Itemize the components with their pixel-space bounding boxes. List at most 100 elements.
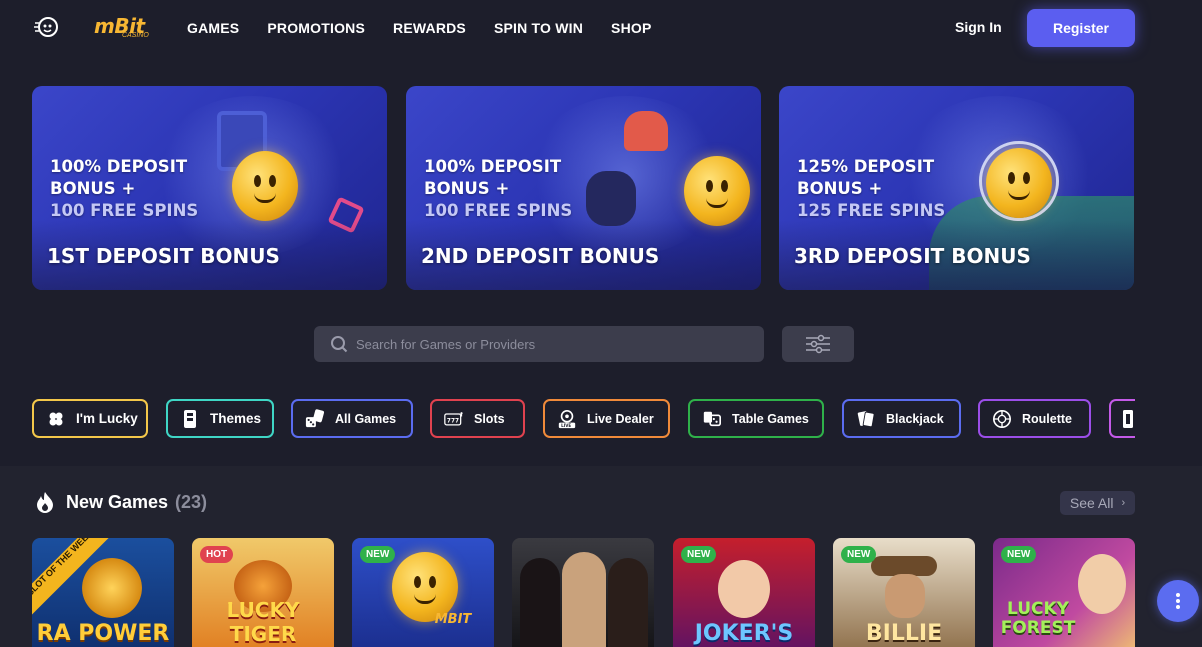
category-im-lucky[interactable]: I'm Lucky <box>32 399 148 438</box>
roulette-icon <box>992 409 1012 429</box>
tile-art <box>562 552 606 647</box>
tile-title-art: JOKER'S <box>694 621 794 646</box>
search-bar <box>314 326 764 362</box>
banner-title: 3RD DEPOSIT BONUS <box>794 244 1031 268</box>
dice-cards-icon <box>305 408 325 429</box>
book-icon <box>180 409 200 429</box>
tile-art <box>520 558 560 647</box>
table-games-icon <box>702 409 722 429</box>
nav-promotions[interactable]: PROMOTIONS <box>267 20 365 36</box>
top-header: mBit CASINO GAMES PROMOTIONS REWARDS SPI… <box>0 0 1202 57</box>
category-blackjack[interactable]: Blackjack <box>842 399 961 438</box>
coin-mascot <box>986 148 1052 218</box>
offer-line-3: 125 FREE SPINS <box>797 201 946 220</box>
sign-in-link[interactable]: Sign In <box>955 19 1002 35</box>
nav-shop[interactable]: SHOP <box>611 20 651 36</box>
section-title: New Games <box>66 492 169 512</box>
game-tile[interactable]: HOT LUCKY TIGER <box>192 538 334 647</box>
banner-title: 1ST DEPOSIT BONUS <box>47 244 280 268</box>
category-table-games[interactable]: Table Games <box>688 399 824 438</box>
new-badge: NEW <box>841 546 877 563</box>
offer-line-1: 125% DEPOSIT <box>797 157 935 176</box>
offer-line-2: BONUS + <box>424 179 510 198</box>
category-themes[interactable]: Themes <box>166 399 274 438</box>
tile-title-art: BILLIE <box>865 621 943 646</box>
section-count: (23) <box>175 492 208 512</box>
banner-offer: 100% DEPOSIT BONUS + 100 FREE SPINS <box>50 156 198 222</box>
offer-line-3: 100 FREE SPINS <box>50 201 199 220</box>
filter-button[interactable] <box>782 326 854 362</box>
new-badge: NEW <box>360 546 396 563</box>
search-input[interactable] <box>356 326 756 362</box>
tile-art <box>82 558 142 618</box>
banner-offer: 100% DEPOSIT BONUS + 100 FREE SPINS <box>424 156 572 222</box>
game-tile[interactable]: NEW BILLIE <box>833 538 975 647</box>
more-options-button[interactable] <box>1157 580 1199 622</box>
tile-art <box>608 558 648 647</box>
category-label: Slots <box>474 411 505 426</box>
game-tile[interactable]: NEW JOKER'S <box>673 538 815 647</box>
category-roulette[interactable]: Roulette <box>978 399 1091 438</box>
category-label: Blackjack <box>886 411 944 426</box>
coin-mascot <box>232 151 298 221</box>
see-all-button[interactable]: See All › <box>1060 491 1135 515</box>
chevron-right-icon: › <box>1121 497 1126 509</box>
category-label: All Games <box>335 411 397 426</box>
banner-cat-deco <box>586 171 636 226</box>
playing-cards-icon <box>856 409 876 429</box>
offer-line-2: BONUS + <box>797 179 883 198</box>
cards-icon <box>1121 409 1135 429</box>
offer-line-1: 100% DEPOSIT <box>424 157 562 176</box>
category-live-dealer[interactable]: LIVE Live Dealer <box>543 399 670 438</box>
hot-badge: HOT <box>200 546 234 563</box>
main-nav: GAMES PROMOTIONS REWARDS SPIN TO WIN SHO… <box>187 20 652 36</box>
register-button[interactable]: Register <box>1027 9 1135 47</box>
sliders-icon <box>806 334 830 354</box>
tile-title-art: LUCKY FOREST <box>1000 599 1076 638</box>
offer-line-1: 100% DEPOSIT <box>50 157 188 176</box>
banner-lamp-deco <box>624 111 668 151</box>
svg-text:777: 777 <box>447 418 459 424</box>
banner-3rd-deposit[interactable]: 125% DEPOSIT BONUS + 125 FREE SPINS 3RD DE… <box>779 86 1134 290</box>
flame-icon <box>37 492 53 513</box>
logo-mascot-icon[interactable] <box>33 15 61 39</box>
see-all-label: See All <box>1069 495 1114 511</box>
slot-777-icon: 777 <box>444 409 464 429</box>
tile-title-art: RA POWER <box>36 621 170 646</box>
nav-rewards[interactable]: REWARDS <box>393 20 466 36</box>
tile-art <box>871 556 937 576</box>
game-tile[interactable]: NEW mBit <box>352 538 494 647</box>
logo-subtext: CASINO <box>122 32 149 39</box>
new-badge: NEW <box>1001 546 1037 563</box>
banner-offer: 125% DEPOSIT BONUS + 125 FREE SPINS <box>797 156 945 222</box>
category-label: Themes <box>210 411 262 426</box>
tile-art <box>1078 554 1126 614</box>
live-dealer-icon: LIVE <box>557 409 577 429</box>
tile-title-art: mBit <box>434 612 472 627</box>
offer-line-3: 100 FREE SPINS <box>424 201 573 220</box>
banner-2nd-deposit[interactable]: 100% DEPOSIT BONUS + 100 FREE SPINS 2ND DE… <box>406 86 761 290</box>
category-more[interactable] <box>1109 399 1135 438</box>
svg-text:LIVE: LIVE <box>561 423 571 428</box>
clover-icon <box>46 409 66 429</box>
search-icon <box>331 336 348 353</box>
category-label: Roulette <box>1022 411 1072 426</box>
banner-title: 2ND DEPOSIT BONUS <box>421 244 660 268</box>
vertical-dots-icon <box>1176 593 1180 609</box>
category-label: I'm Lucky <box>76 411 138 426</box>
game-tile[interactable]: SLOT OF THE WEEK RA POWER <box>32 538 174 647</box>
category-slots[interactable]: 777 Slots <box>430 399 525 438</box>
game-tile[interactable]: NEW LUCKY FOREST <box>993 538 1135 647</box>
tile-title-art: LUCKY TIGER <box>226 598 300 646</box>
category-label: Table Games <box>732 411 809 426</box>
category-all-games[interactable]: All Games <box>291 399 413 438</box>
tile-art <box>718 560 770 618</box>
game-tile[interactable] <box>512 538 654 647</box>
tile-art <box>885 574 925 618</box>
banner-1st-deposit[interactable]: 100% DEPOSIT BONUS + 100 FREE SPINS 1ST DE… <box>32 86 387 290</box>
coin-mascot <box>684 156 750 226</box>
nav-spin-to-win[interactable]: SPIN TO WIN <box>494 20 583 36</box>
nav-games[interactable]: GAMES <box>187 20 239 36</box>
new-badge: NEW <box>681 546 717 563</box>
category-label: Live Dealer <box>587 411 654 426</box>
